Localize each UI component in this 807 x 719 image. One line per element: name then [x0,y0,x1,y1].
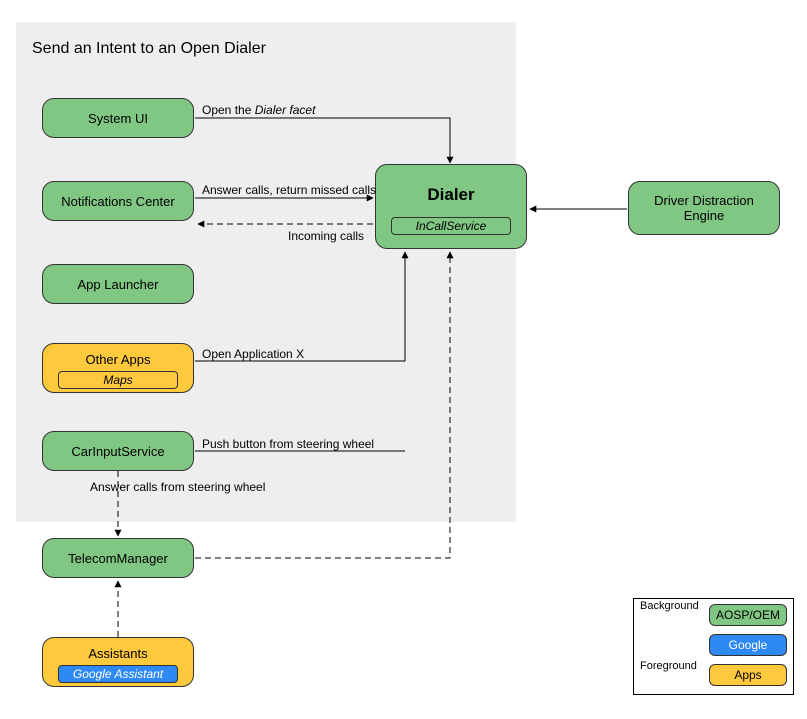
label: App Launcher [78,277,159,292]
box-notifications-center: Notifications Center [42,181,194,221]
label: Assistants [88,646,147,661]
box-telecom-manager: TelecomManager [42,538,194,578]
edge-label-answer-return: Answer calls, return missed calls [202,183,376,197]
edge-label-incoming: Incoming calls [288,229,364,243]
edge-label-answer-wheel: Answer calls from steering wheel [90,480,265,494]
legend-label-background: Background [640,600,699,612]
box-system-ui: System UI [42,98,194,138]
box-car-input-service: CarInputService [42,431,194,471]
box-assistants: Assistants Google Assistant [42,637,194,687]
edge-label-open-dialer-facet: Open the Dialer facet [202,103,315,117]
label: Driver Distraction Engine [629,193,779,223]
sub-google-assistant: Google Assistant [58,665,178,683]
box-dialer: Dialer InCallService [375,164,527,249]
legend-chip-google: Google [709,634,787,656]
label: System UI [88,111,148,126]
legend-label-foreground: Foreground [640,660,697,672]
label: Notifications Center [61,194,174,209]
legend-chip-aosp: AOSP/OEM [709,604,787,626]
panel-title: Send an Intent to an Open Dialer [32,40,266,58]
box-app-launcher: App Launcher [42,264,194,304]
box-driver-distraction-engine: Driver Distraction Engine [628,181,780,235]
label: Dialer [427,185,474,205]
label: CarInputService [71,444,164,459]
label: Other Apps [85,352,150,367]
diagram-root: Send an Intent to an Open Dialer [0,0,807,719]
label: TelecomManager [68,551,168,566]
t: Dialer facet [255,103,316,117]
sub-incallservice: InCallService [391,217,511,235]
edge-label-push-button: Push button from steering wheel [202,437,374,451]
sub-maps: Maps [58,371,178,389]
edge-label-open-app-x: Open Application X [202,347,304,361]
legend-chip-apps: Apps [709,664,787,686]
box-other-apps: Other Apps Maps [42,343,194,393]
t: Open the [202,103,255,117]
